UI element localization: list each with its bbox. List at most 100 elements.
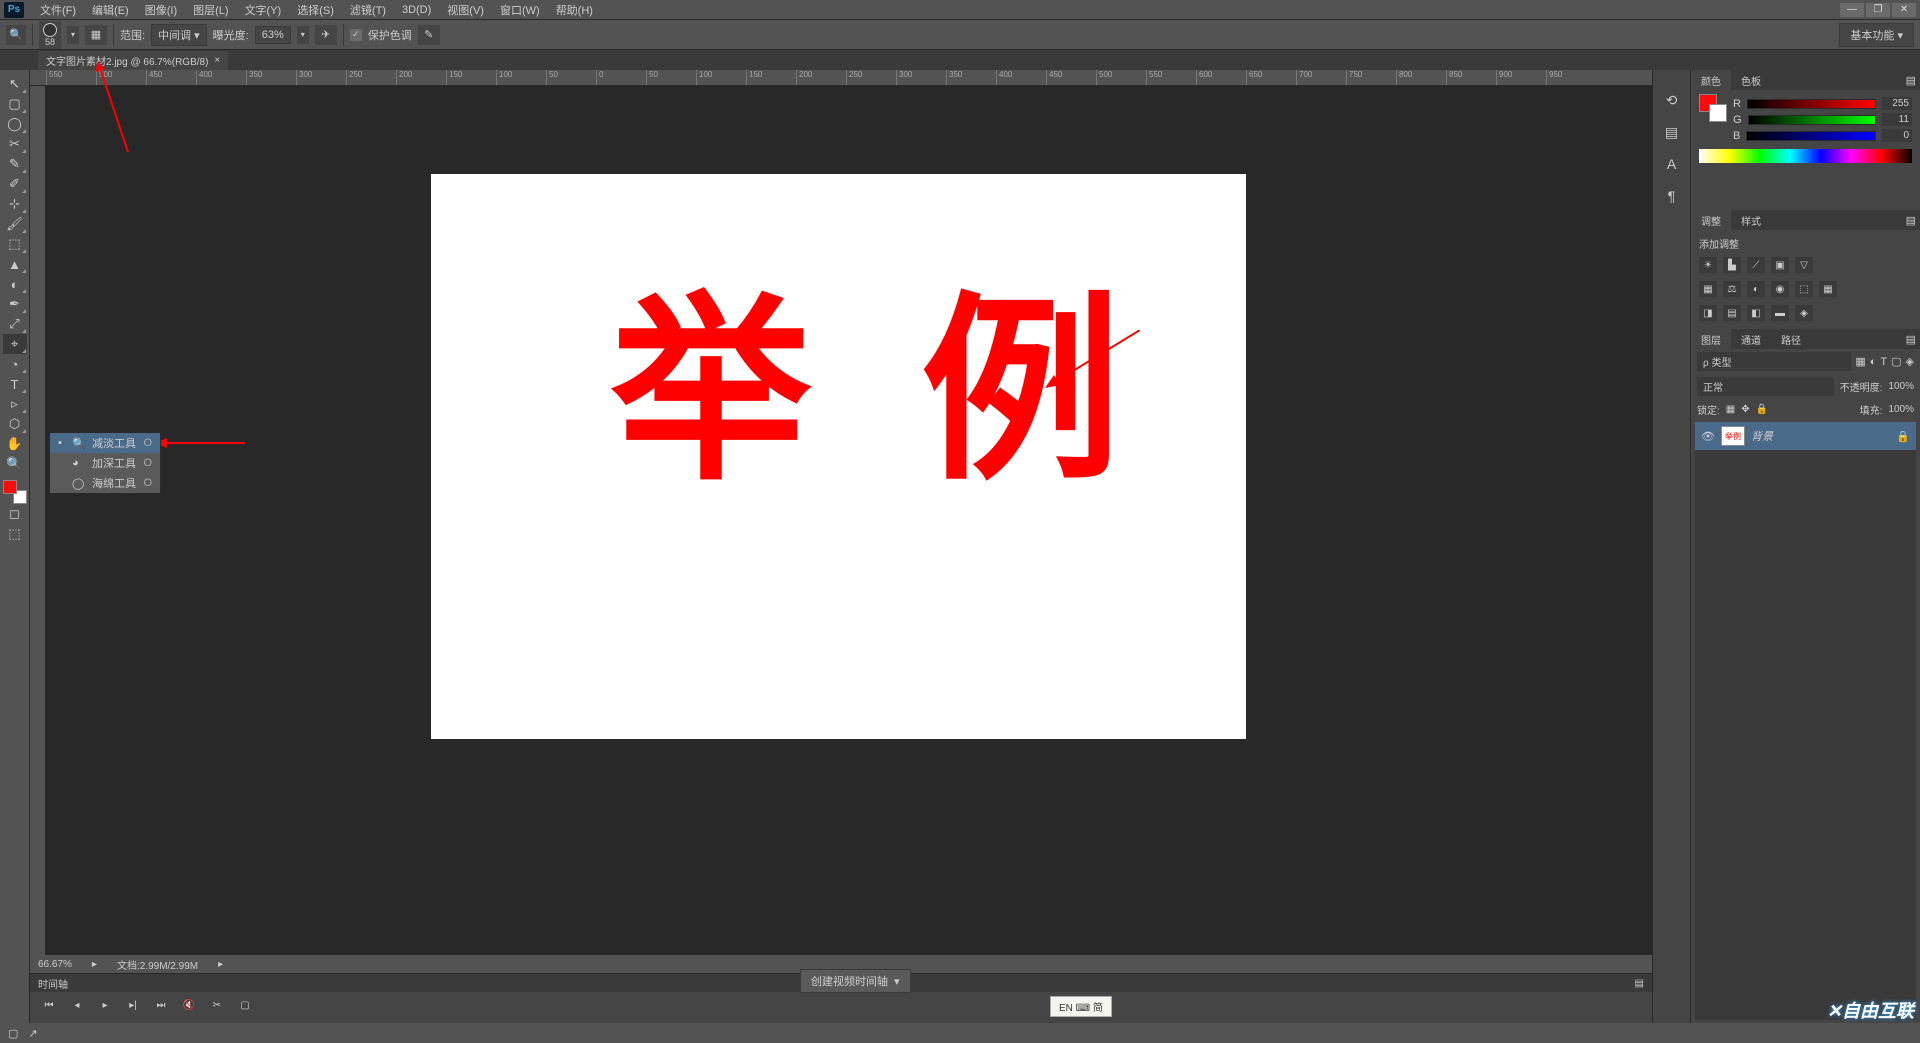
minimize-button[interactable]: — (1840, 3, 1864, 17)
dropdown-icon[interactable]: ▾ (894, 975, 900, 988)
menu-help[interactable]: 帮助(H) (548, 0, 601, 20)
quick-select-tool[interactable]: ✂ (3, 134, 27, 154)
color-lookup-icon[interactable]: ▦ (1819, 281, 1837, 297)
g-slider[interactable] (1748, 115, 1876, 125)
gradient-tool[interactable]: ✒ (3, 294, 27, 314)
filter-kind-select[interactable]: ρ 类型 (1697, 352, 1851, 371)
chevron-icon[interactable]: ▸ (218, 959, 223, 970)
fill-value[interactable]: 100% (1888, 404, 1914, 415)
hand-tool[interactable]: ✋ (3, 434, 27, 454)
menu-file[interactable]: 文件(F) (32, 0, 84, 20)
brush-panel-toggle[interactable]: ▦ (85, 25, 107, 45)
pen-tool[interactable]: ◔ (3, 354, 27, 374)
brush-tool[interactable]: 🖌 (3, 214, 27, 234)
menu-filter[interactable]: 滤镜(T) (342, 0, 394, 20)
flyout-burn-tool[interactable]: ◕ 加深工具 O (50, 453, 160, 473)
exposure-icon[interactable]: ▣ (1771, 257, 1789, 273)
brush-dropdown[interactable]: ▾ (67, 26, 79, 44)
gradient-map-icon[interactable]: ▬ (1771, 305, 1789, 321)
zoom-tool[interactable]: 🔍 (3, 454, 27, 474)
ruler-vertical[interactable] (30, 86, 46, 955)
ime-indicator[interactable]: EN ⌨ 简 (1050, 996, 1112, 1017)
opacity-value[interactable]: 100% (1888, 381, 1914, 392)
styles-tab[interactable]: 样式 (1731, 210, 1771, 231)
lock-pixels-icon[interactable]: ▦ (1726, 404, 1735, 415)
marquee-tool[interactable]: ▢ (3, 94, 27, 114)
r-value[interactable]: 255 (1882, 97, 1912, 110)
bw-icon[interactable]: ◐ (1747, 281, 1765, 297)
selective-color-icon[interactable]: ◈ (1795, 305, 1813, 321)
blend-mode-select[interactable]: 正常 (1697, 377, 1834, 396)
character-panel-icon[interactable]: A (1662, 154, 1682, 174)
lock-all-icon[interactable]: 🔒 (1756, 404, 1768, 415)
move-tool[interactable]: ↖ (3, 74, 27, 94)
bg-swatch[interactable] (1709, 104, 1727, 122)
last-frame-button[interactable]: ⏭ (152, 998, 170, 1012)
transition-button[interactable]: ▢ (236, 998, 254, 1012)
adjustments-tab[interactable]: 调整 (1691, 210, 1731, 231)
levels-icon[interactable]: ▙ (1723, 257, 1741, 273)
workspace-switcher[interactable]: 基本功能 ▾ (1839, 23, 1914, 47)
history-panel-icon[interactable]: ⟲ (1662, 90, 1682, 110)
flyout-dodge-tool[interactable]: ▪ 🔍 减淡工具 O (50, 433, 160, 453)
curves-icon[interactable]: ⟋ (1747, 257, 1765, 273)
g-value[interactable]: 11 (1882, 113, 1912, 126)
menu-window[interactable]: 窗口(W) (492, 0, 548, 20)
swatches-tab[interactable]: 色板 (1731, 70, 1771, 91)
channels-tab[interactable]: 通道 (1731, 329, 1771, 350)
range-select[interactable]: 中间调 ▾ (151, 24, 207, 46)
next-frame-button[interactable]: ▸| (124, 998, 142, 1012)
exposure-dropdown[interactable]: ▾ (297, 26, 309, 44)
menu-type[interactable]: 文字(Y) (237, 0, 290, 20)
lasso-tool[interactable]: ◯ (3, 114, 27, 134)
type-tool[interactable]: T (3, 374, 27, 394)
menu-edit[interactable]: 编辑(E) (84, 0, 137, 20)
tool-preset-icon[interactable]: 🔍 (6, 25, 26, 45)
paths-tab[interactable]: 路径 (1771, 329, 1811, 350)
eyedropper-tool[interactable]: ✐ (3, 174, 27, 194)
lock-icon[interactable]: 🔒 (1896, 430, 1910, 443)
photo-filter-icon[interactable]: ◉ (1771, 281, 1789, 297)
color-swatches[interactable] (3, 480, 27, 504)
audio-button[interactable]: 🔇 (180, 998, 198, 1012)
screenmode-toggle[interactable]: ⬚ (3, 524, 27, 544)
path-select-tool[interactable]: ▹ (3, 394, 27, 414)
zoom-level[interactable]: 66.67% (38, 959, 72, 970)
footer-icon[interactable]: ↗ (28, 1027, 37, 1040)
brush-preset[interactable]: 58 (39, 21, 61, 49)
paragraph-panel-icon[interactable]: ¶ (1662, 186, 1682, 206)
brightness-icon[interactable]: ☀ (1699, 257, 1717, 273)
vibrance-icon[interactable]: ▽ (1795, 257, 1813, 273)
filter-adjust-icon[interactable]: ◐ (1870, 356, 1877, 368)
airbrush-toggle[interactable]: ✈ (315, 25, 337, 45)
b-value[interactable]: 0 (1882, 129, 1912, 142)
foreground-color[interactable] (3, 480, 17, 494)
menu-image[interactable]: 图像(I) (137, 0, 185, 20)
ruler-horizontal[interactable]: 5505004504003503002502001501005005010015… (30, 70, 1652, 86)
layer-thumbnail[interactable]: 举例 (1721, 426, 1745, 446)
threshold-icon[interactable]: ◧ (1747, 305, 1765, 321)
chevron-icon[interactable]: ▸ (92, 959, 97, 970)
canvas-viewport[interactable]: 举 例 (46, 86, 1652, 955)
document-tab[interactable]: 文字图片素材2.jpg @ 66.7%(RGB/8) × (38, 51, 228, 70)
protect-tones-checkbox[interactable]: ✓ (350, 29, 362, 41)
menu-view[interactable]: 视图(V) (439, 0, 492, 20)
b-slider[interactable] (1746, 131, 1876, 141)
tab-close-icon[interactable]: × (214, 55, 220, 66)
quickmask-toggle[interactable]: ◻ (3, 504, 27, 524)
filter-shape-icon[interactable]: ▢ (1891, 355, 1901, 368)
color-tab[interactable]: 颜色 (1691, 70, 1731, 91)
color-balance-icon[interactable]: ⚖ (1723, 281, 1741, 297)
hue-icon[interactable]: ▦ (1699, 281, 1717, 297)
play-button[interactable]: ▸ (96, 998, 114, 1012)
panel-menu-icon[interactable]: ▤ (1906, 74, 1920, 87)
menu-3d[interactable]: 3D(D) (394, 2, 439, 18)
dodge-tool[interactable]: ⌖ (3, 334, 27, 354)
menu-select[interactable]: 选择(S) (289, 0, 342, 20)
invert-icon[interactable]: ◨ (1699, 305, 1717, 321)
layer-name[interactable]: 背景 (1751, 428, 1773, 444)
color-spectrum[interactable] (1699, 149, 1912, 163)
layer-row[interactable]: 👁 举例 背景 🔒 (1695, 422, 1916, 450)
flyout-sponge-tool[interactable]: ◯ 海绵工具 O (50, 473, 160, 493)
filter-pixel-icon[interactable]: ▦ (1855, 355, 1865, 368)
